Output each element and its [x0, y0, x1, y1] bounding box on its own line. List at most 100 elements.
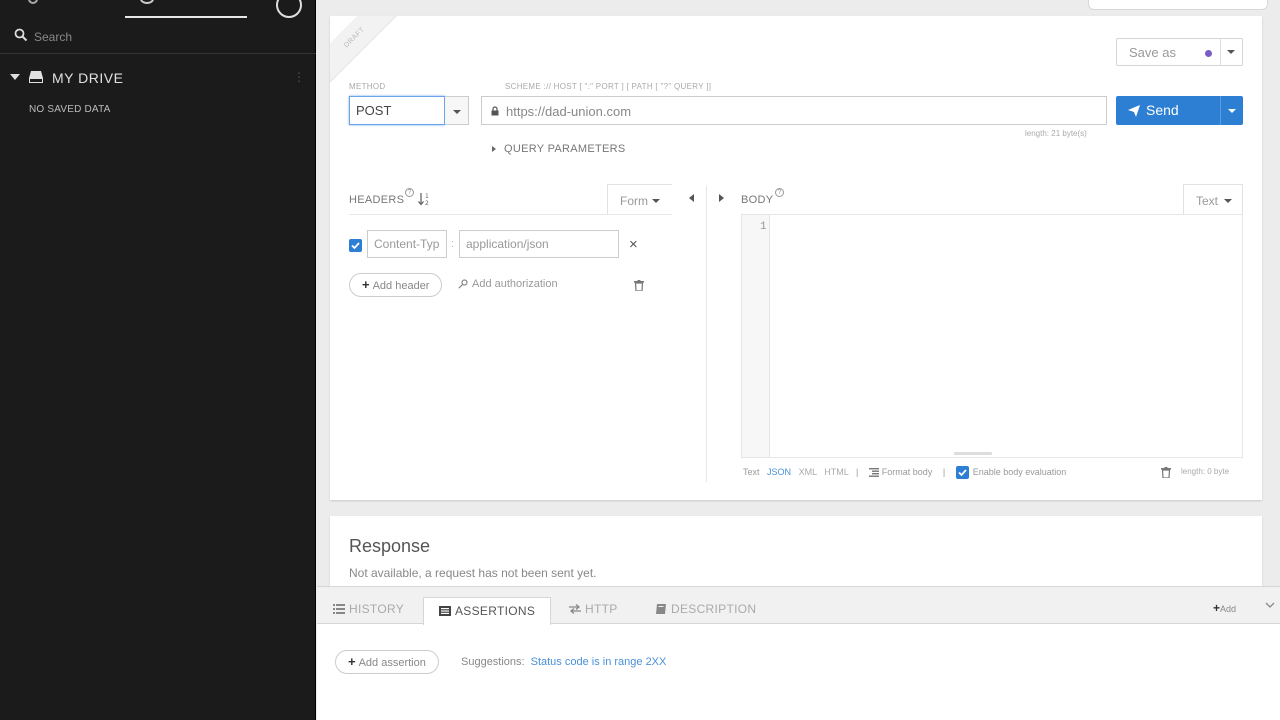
send-button[interactable]: Send — [1116, 96, 1220, 125]
tab-assertions-label: ASSERTIONS — [455, 604, 536, 618]
url-input[interactable] — [506, 99, 1096, 123]
tab-http[interactable]: HTTP — [569, 596, 618, 624]
body-editor[interactable]: 1 — [741, 214, 1243, 458]
headers-label: HEADERS — [349, 194, 405, 206]
sort-icon[interactable]: 1 2 — [418, 192, 432, 206]
sidebar-tab-icon[interactable] — [28, 0, 38, 4]
paper-plane-icon — [1128, 105, 1140, 117]
body-length: length: 0 byte — [1181, 467, 1230, 476]
swap-icon — [569, 604, 581, 614]
body-type-json[interactable]: JSON — [767, 467, 791, 477]
body-mode-label: Text — [1196, 194, 1219, 208]
add-menu-button[interactable]: +Add — [1213, 601, 1236, 615]
svg-text:2: 2 — [425, 200, 429, 206]
book-icon — [656, 604, 666, 614]
header-enabled-checkbox[interactable] — [349, 239, 362, 252]
save-as-label: Save as — [1129, 45, 1176, 60]
url-length: length: 21 byte(s) — [1025, 129, 1087, 138]
tab-assertions[interactable]: ASSERTIONS — [423, 597, 551, 625]
url-hint-label: SCHEME :// HOST [ ":" PORT ] [ PATH [ "?… — [505, 82, 712, 91]
header-value-input[interactable] — [459, 230, 619, 258]
body-help-icon[interactable]: ? — [775, 188, 784, 197]
chevron-down-icon[interactable] — [1265, 601, 1275, 609]
footer-separator: | — [855, 466, 859, 477]
tab-description[interactable]: DESCRIPTION — [655, 596, 756, 624]
add-assertion-button[interactable]: + Add assertion — [335, 650, 439, 674]
format-icon — [868, 468, 879, 477]
collapse-right-icon[interactable] — [719, 194, 724, 202]
body-label: BODY — [741, 194, 774, 206]
check-icon — [351, 242, 360, 250]
editor-resize-handle[interactable] — [954, 452, 992, 455]
method-input[interactable]: POST — [349, 96, 445, 125]
no-saved-data-text: NO SAVED DATA — [29, 104, 111, 115]
add-authorization-link[interactable]: Add authorization — [458, 278, 558, 290]
collapse-left-icon[interactable] — [689, 194, 694, 202]
body-type-html[interactable]: HTML — [824, 467, 848, 477]
unsaved-dot-icon — [1205, 50, 1212, 57]
search-icon — [14, 28, 28, 42]
send-dropdown-button[interactable] — [1220, 96, 1243, 125]
url-field — [481, 96, 1107, 125]
send-label: Send — [1146, 102, 1179, 118]
method-label: METHOD — [349, 82, 386, 91]
body-mode-dropdown[interactable]: Text — [1183, 184, 1243, 214]
check-icon — [958, 469, 967, 477]
header-colon: : — [451, 238, 455, 250]
query-parameters-label: QUERY PARAMETERS — [504, 143, 626, 155]
line-number: 1 — [760, 221, 767, 233]
caret-down-icon[interactable] — [10, 74, 20, 80]
headers-mode-dropdown[interactable]: Form — [607, 184, 672, 214]
save-as-button[interactable]: Save as — [1116, 38, 1243, 66]
sidebar-add-button[interactable] — [276, 0, 302, 18]
tab-history[interactable]: HISTORY — [333, 596, 404, 624]
sidebar-active-tab-indicator — [125, 16, 247, 18]
body-type-xml[interactable]: XML — [799, 467, 817, 477]
caret-down-icon — [453, 110, 461, 114]
drive-menu-icon[interactable]: ⋮ — [293, 70, 305, 84]
assertions-icon — [439, 606, 451, 616]
add-assertion-label: Add assertion — [358, 657, 426, 669]
my-drive-row[interactable]: MY DRIVE ⋮ — [0, 66, 316, 90]
lock-icon — [491, 106, 499, 116]
plus-icon: + — [1213, 601, 1221, 615]
split-divider[interactable] — [706, 186, 707, 482]
tab-description-label: DESCRIPTION — [671, 602, 757, 616]
add-authorization-label: Add authorization — [472, 278, 558, 290]
body-type-text[interactable]: Text — [743, 467, 760, 477]
trash-icon[interactable] — [1161, 467, 1171, 478]
body-evaluation-label: Enable body evaluation — [972, 466, 1067, 477]
body-footer: Text JSON XML HTML | Format body | Enabl… — [743, 466, 1066, 479]
body-evaluation-checkbox[interactable] — [955, 466, 969, 479]
response-status: Not available, a request has not been se… — [349, 566, 597, 580]
response-title: Response — [349, 536, 431, 556]
format-body-button[interactable]: Format body — [868, 467, 935, 477]
bottom-tabs: HISTORY ASSERTIONS HTTP DESCRIPTION +Add — [317, 587, 1280, 625]
tab-history-label: HISTORY — [349, 602, 405, 616]
header-name-input[interactable] — [367, 230, 447, 258]
remove-header-icon[interactable]: × — [629, 236, 638, 253]
add-header-button[interactable]: + Add header — [349, 273, 443, 297]
key-icon — [458, 279, 468, 289]
my-drive-label: MY DRIVE — [52, 70, 124, 86]
svg-text:1: 1 — [425, 193, 429, 200]
request-card: DRAFT METHOD SCHEME :// HOST [ ":" PORT … — [330, 16, 1262, 500]
headers-help-icon[interactable]: ? — [405, 188, 414, 197]
save-as-dropdown-icon[interactable] — [1227, 50, 1235, 54]
method-selector: POST — [349, 96, 469, 125]
trash-icon[interactable] — [634, 280, 644, 291]
sidebar-search — [0, 20, 316, 54]
add-header-label: Add header — [372, 280, 430, 292]
tab-http-label: HTTP — [585, 602, 618, 616]
query-parameters-toggle[interactable]: QUERY PARAMETERS — [492, 143, 626, 155]
footer-separator: | — [942, 466, 946, 477]
sidebar: MY DRIVE ⋮ NO SAVED DATA — [0, 0, 316, 720]
add-menu-label: Add — [1220, 604, 1237, 614]
headers-divider — [349, 214, 672, 215]
sidebar-active-tab-icon[interactable] — [140, 0, 154, 4]
plus-icon: + — [362, 277, 370, 292]
caret-down-icon — [1224, 199, 1232, 203]
method-dropdown-button[interactable] — [445, 96, 469, 125]
search-input[interactable] — [34, 26, 294, 48]
suggestion-status-2xx-link[interactable]: Status code is in range 2XX — [531, 656, 667, 668]
